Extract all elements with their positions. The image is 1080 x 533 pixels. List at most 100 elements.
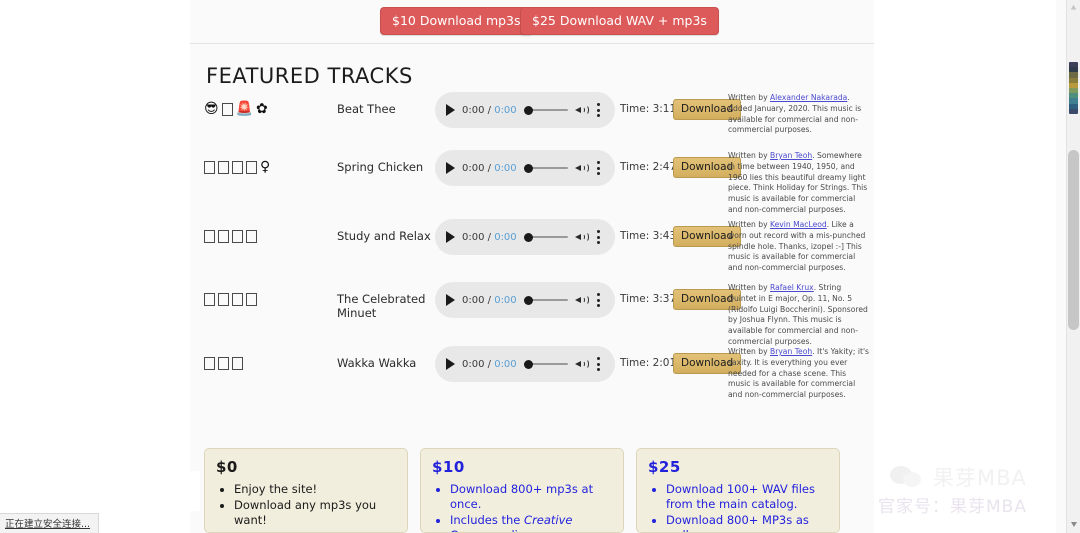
track-title: Wakka Wakka (337, 356, 417, 370)
scrollbar-thumb[interactable] (1068, 150, 1079, 330)
total-time: 0:00 (494, 294, 517, 306)
total-time: 0:00 (494, 162, 517, 174)
seek-slider[interactable] (523, 294, 568, 306)
missing-glyph-box-icon (221, 102, 233, 116)
audio-player[interactable]: 0:00 / 0:00 (435, 92, 615, 128)
audio-player[interactable]: 0:00 / 0:00 (435, 346, 615, 382)
female-sign-icon: ♀ (260, 159, 271, 175)
seek-rail (530, 236, 568, 238)
seek-rail (530, 363, 568, 365)
written-by-label: Written by (728, 93, 770, 102)
play-icon[interactable] (446, 358, 455, 370)
seek-handle[interactable] (523, 359, 533, 369)
more-options-icon[interactable] (596, 357, 600, 371)
seek-handle[interactable] (523, 295, 533, 305)
author-link[interactable]: Rafael Krux (770, 283, 814, 292)
seek-slider[interactable] (523, 358, 568, 370)
more-options-icon[interactable] (596, 293, 600, 307)
volume-icon[interactable] (574, 104, 590, 117)
seek-slider[interactable] (523, 162, 568, 174)
pricing-card-feature: Download 800+ MP3s as well. (666, 513, 828, 532)
seek-handle[interactable] (523, 163, 533, 173)
time-label: Time: (620, 230, 650, 242)
seek-handle[interactable] (523, 105, 533, 115)
time-label: Time: (620, 293, 650, 305)
pricing-card: $10 Download 800+ mp3s at once.Includes t… (420, 448, 624, 533)
more-options-icon[interactable] (596, 103, 600, 117)
more-options-icon[interactable] (596, 230, 600, 244)
seek-slider[interactable] (523, 231, 568, 243)
more-options-icon[interactable] (596, 161, 600, 175)
volume-icon[interactable] (574, 294, 590, 307)
track-description: . Somewhere in time between 1940, 1950, … (728, 151, 868, 214)
time-separator: / (484, 231, 495, 243)
total-time: 0:00 (494, 231, 517, 243)
browser-status-bar: 正在建立安全连接... (0, 513, 100, 533)
time-separator: / (484, 104, 495, 116)
section-divider (190, 43, 874, 44)
page-content: $10 Download mp3s $25 Download WAV + mp3… (190, 0, 874, 533)
author-link[interactable]: Bryan Teoh (770, 347, 812, 356)
buy-mp3s-button[interactable]: $10 Download mp3s (380, 7, 533, 35)
buy-wav-mp3s-button[interactable]: $25 Download WAV + mp3s (520, 7, 719, 35)
play-icon[interactable] (446, 104, 455, 116)
missing-glyph-box-icon (204, 160, 215, 174)
player-time-display: 0:00 / 0:00 (462, 232, 517, 243)
track-credit: Written by Alexander Nakarada. Added Jan… (728, 93, 870, 136)
missing-glyph-box-icon (232, 357, 243, 370)
pricing-card-feature-list: Download 100+ WAV files from the main ca… (648, 482, 828, 532)
audio-player[interactable]: 0:00 / 0:00 (435, 219, 615, 255)
pricing-card-price: $0 (216, 458, 238, 476)
time-label: Time: (620, 161, 650, 173)
scroll-down-arrow-icon[interactable] (1071, 522, 1077, 527)
pricing-card-feature-list: Enjoy the site!Download any mp3s you wan… (216, 482, 396, 528)
seek-slider[interactable] (523, 104, 568, 116)
track-title: Spring Chicken (337, 160, 424, 174)
play-icon[interactable] (446, 162, 455, 174)
track-credit: Written by Bryan Teoh. It's Yakity; it's… (728, 347, 870, 401)
written-by-label: Written by (728, 151, 770, 160)
page-gutter-right (874, 0, 1056, 533)
seek-rail (530, 109, 568, 111)
track-credit: Written by Bryan Teoh. Somewhere in time… (728, 151, 870, 216)
time-label: Time: (620, 103, 650, 115)
author-link[interactable]: Bryan Teoh (770, 151, 812, 160)
author-link[interactable]: Kevin MacLeod (770, 220, 827, 229)
pricing-card-feature: Enjoy the site! (234, 482, 396, 497)
track-description: . String Quintet in E major, Op. 11, No.… (728, 283, 868, 346)
track-title: Study and Relax (337, 229, 431, 243)
seek-rail (530, 299, 568, 301)
current-time: 0:00 (462, 358, 485, 370)
volume-icon[interactable] (574, 231, 590, 244)
volume-icon[interactable] (574, 358, 590, 371)
missing-glyph-box-icon (218, 293, 229, 306)
audio-player[interactable]: 0:00 / 0:00 (435, 282, 615, 318)
pricing-card-price: $25 (648, 458, 681, 476)
track-title: The Celebrated Minuet (337, 292, 426, 321)
author-link[interactable]: Alexander Nakarada (770, 93, 847, 102)
seek-handle[interactable] (523, 232, 533, 242)
track-tag-icons: ♀ (204, 160, 270, 174)
sunglasses-face-icon: 😎 (204, 101, 219, 117)
page-scrollbar[interactable] (1066, 0, 1080, 533)
track-tag-icons (204, 357, 243, 370)
time-separator: / (484, 162, 495, 174)
track-time-cell: Time: 2:47 (620, 161, 676, 173)
pricing-card: $25 Download 100+ WAV files from the main… (636, 448, 840, 533)
scrollbar-color-marker (1069, 62, 1078, 114)
time-label: Time: (620, 357, 650, 369)
audio-player[interactable]: 0:00 / 0:00 (435, 150, 615, 186)
pricing-card-feature: Includes the Creative Commons license. (450, 513, 612, 532)
play-icon[interactable] (446, 294, 455, 306)
seek-rail (530, 167, 568, 169)
track-tag-icons (204, 230, 257, 243)
current-time: 0:00 (462, 294, 485, 306)
missing-glyph-box-icon (232, 160, 243, 174)
scroll-up-arrow-icon[interactable] (1070, 4, 1077, 11)
total-time: 0:00 (494, 358, 517, 370)
track-tag-icons (204, 293, 257, 306)
volume-icon[interactable] (574, 162, 590, 175)
screenshot-root: $10 Download mp3s $25 Download WAV + mp3… (0, 0, 1080, 533)
page-gutter-left (0, 0, 190, 533)
play-icon[interactable] (446, 231, 455, 243)
